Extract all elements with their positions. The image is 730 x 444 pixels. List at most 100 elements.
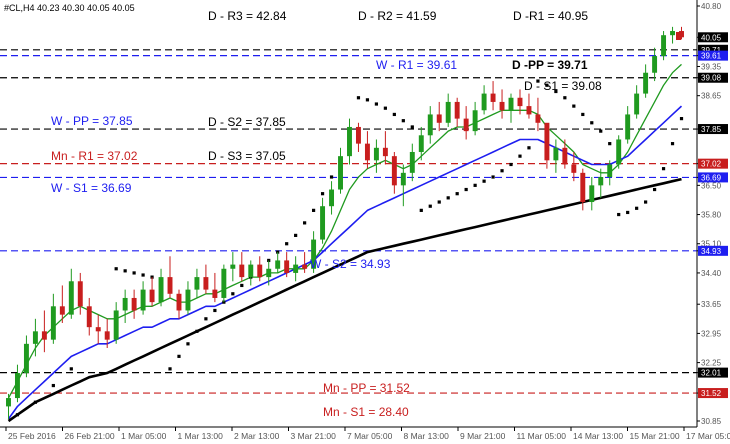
candle-body [400,172,406,186]
sar-dot [518,154,522,158]
candle-body [652,56,658,73]
candle-body [68,281,74,315]
candle-body [113,310,119,340]
candle-body [194,277,200,290]
x-tick-label: 15 Mar 21:00 [630,431,680,441]
sar-dot [455,192,459,196]
sar-dot [626,210,630,215]
sar-dot [608,142,612,146]
sar-dot [419,208,423,212]
candle-body [302,264,308,269]
price-marker-label: 36.69 [701,173,722,182]
x-tick-label: 8 Mar 13:00 [404,431,450,441]
sar-dot [168,367,172,371]
candle-body [230,264,236,269]
candle-body [347,126,352,157]
candle-body [625,114,631,140]
y-tick-label: 32.25 [701,359,722,368]
sar-dot [69,367,73,371]
candle-body [535,114,541,123]
candle-body [517,97,523,107]
candle-body [670,31,676,36]
candle-body [158,277,164,303]
x-tick-label: 9 Mar 21:00 [460,431,506,441]
candle-body [257,264,263,278]
sar-dot [356,96,361,100]
x-tick-label: 26 Feb 21:00 [65,431,115,441]
sar-dot [437,200,441,204]
pivot-label: D - R2 = 41.59 [358,9,437,23]
sar-dot [572,104,576,108]
sar-dot [617,212,621,217]
x-tick-label: 7 Mar 05:00 [347,431,393,441]
sar-dot [33,400,38,404]
candle-body [382,147,388,157]
candle-body [275,260,281,269]
y-tick-label: 40.80 [701,2,722,11]
pivot-label: Mn - R1 = 37.02 [51,149,138,163]
sar-dot [446,196,450,200]
sar-dot [177,354,181,358]
sar-dot [652,187,657,192]
pivot-label: D - S1 = 39.08 [524,79,602,93]
candle-body [616,139,622,165]
sar-dot [240,283,244,288]
x-tick-label: 1 Mar 13:00 [178,431,224,441]
candle-body [589,185,595,203]
x-tick-label: 17 Mar 05:00 [686,431,730,441]
candle-body [203,277,209,290]
candle-body [481,93,487,111]
candle-body [544,122,550,161]
symbol-header: #CL,H4 40.23 40.30 40.05 40.05 [4,3,135,13]
candle-body [436,114,442,123]
candle-body [221,268,227,298]
pivot-label: W - S1 = 36.69 [51,181,132,195]
sar-dot [491,175,495,179]
pivot-label: W - R1 = 39.61 [376,58,457,72]
y-tick-label: 32.95 [701,329,722,338]
price-marker-label: 32.01 [701,369,722,378]
candle-body [373,147,379,161]
y-tick-label: 35.80 [701,211,722,220]
candle-body [212,289,218,298]
sar-dot [123,269,127,273]
sar-dot [581,112,585,117]
candle-body [131,297,137,311]
x-tick-label: 2 Mar 13:00 [234,431,280,441]
candle-body [454,101,460,119]
candle-body [580,172,586,203]
sar-dot [644,200,648,204]
sar-dot [670,142,675,146]
sar-dot [392,112,396,117]
sar-dot [410,125,414,129]
candle-body [248,264,254,278]
sar-dot [482,179,486,183]
sar-dot [473,183,477,187]
price-marker-label: 34.93 [701,247,722,256]
pivot-label: D - S2 = 37.85 [208,115,286,129]
candle-body [607,164,613,178]
pivot-label: Mn - PP = 31.52 [323,381,410,395]
sar-dot [374,102,379,106]
sar-dot [132,271,136,275]
sar-dot [635,206,639,210]
candle-body [634,93,640,115]
sar-dot [329,175,334,179]
sar-dot [320,192,325,196]
sar-dot [114,267,118,271]
price-chart[interactable]: D - R3 = 42.84 D - R2 = 41.59 D -R1 = 40.9… [0,0,730,444]
sar-dot [213,308,217,313]
pivot-label: D - R3 = 42.84 [208,9,287,23]
candle-body [140,289,146,311]
y-tick-label: 34.40 [701,269,722,278]
sar-dot [563,96,567,100]
sar-dot [401,119,405,123]
candle-body [284,260,290,273]
candle-body [176,293,182,311]
candle-body [338,156,343,190]
candle-body [391,156,397,186]
x-tick-label: 14 Mar 13:00 [573,431,623,441]
sar-dot [311,208,316,212]
candle-body [185,289,191,311]
candle-body [293,264,299,273]
